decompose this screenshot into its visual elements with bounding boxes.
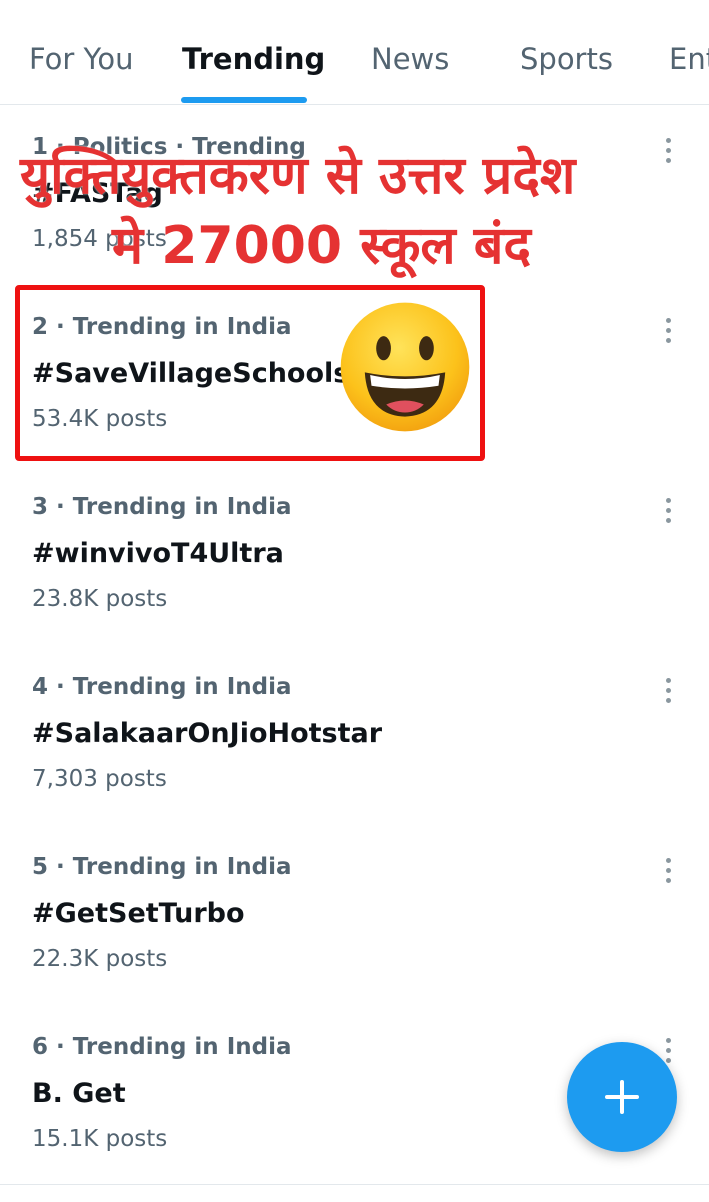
trend-item[interactable]: 3 · Trending in India #winvivoT4Ultra 23…	[0, 482, 709, 662]
trend-post-count: 23.8K posts	[32, 586, 168, 612]
divider	[0, 1184, 709, 1185]
more-vertical-icon[interactable]	[658, 856, 680, 886]
tab-entertainment[interactable]: Ent	[669, 42, 709, 76]
compose-button[interactable]	[567, 1042, 677, 1152]
trend-post-count: 7,303 posts	[32, 766, 167, 792]
trend-meta: 3 · Trending in India	[32, 494, 292, 520]
trend-meta: 4 · Trending in India	[32, 674, 292, 700]
trend-post-count: 1,854 posts	[32, 226, 167, 252]
tab-sports[interactable]: Sports	[520, 42, 613, 76]
trend-topic: #SalakaarOnJioHotstar	[32, 718, 383, 749]
trend-item[interactable]: 1 · Politics · Trending #FASTag 1,854 po…	[0, 122, 709, 302]
trend-item[interactable]: 4 · Trending in India #SalakaarOnJioHots…	[0, 662, 709, 842]
trend-meta: 1 · Politics · Trending	[32, 134, 306, 160]
more-vertical-icon[interactable]	[658, 676, 680, 706]
trend-topic: #FASTag	[32, 178, 163, 209]
more-vertical-icon[interactable]	[658, 136, 680, 166]
trend-meta: 5 · Trending in India	[32, 854, 292, 880]
trend-post-count: 22.3K posts	[32, 946, 168, 972]
tab-for-you[interactable]: For You	[29, 42, 134, 76]
trend-topic: #winvivoT4Ultra	[32, 538, 284, 569]
trend-topic: #GetSetTurbo	[32, 898, 245, 929]
tab-trending[interactable]: Trending	[182, 42, 325, 76]
trend-topic: B. Get	[32, 1078, 126, 1109]
tab-news[interactable]: News	[371, 42, 449, 76]
active-tab-indicator	[181, 97, 307, 103]
more-vertical-icon[interactable]	[658, 496, 680, 526]
trend-post-count: 15.1K posts	[32, 1126, 168, 1152]
smiling-face-icon	[340, 302, 470, 432]
trend-item[interactable]: 5 · Trending in India #GetSetTurbo 22.3K…	[0, 842, 709, 1022]
tab-bar: For You Trending News Sports Ent	[0, 0, 709, 105]
more-vertical-icon[interactable]	[658, 316, 680, 346]
trend-meta: 6 · Trending in India	[32, 1034, 292, 1060]
